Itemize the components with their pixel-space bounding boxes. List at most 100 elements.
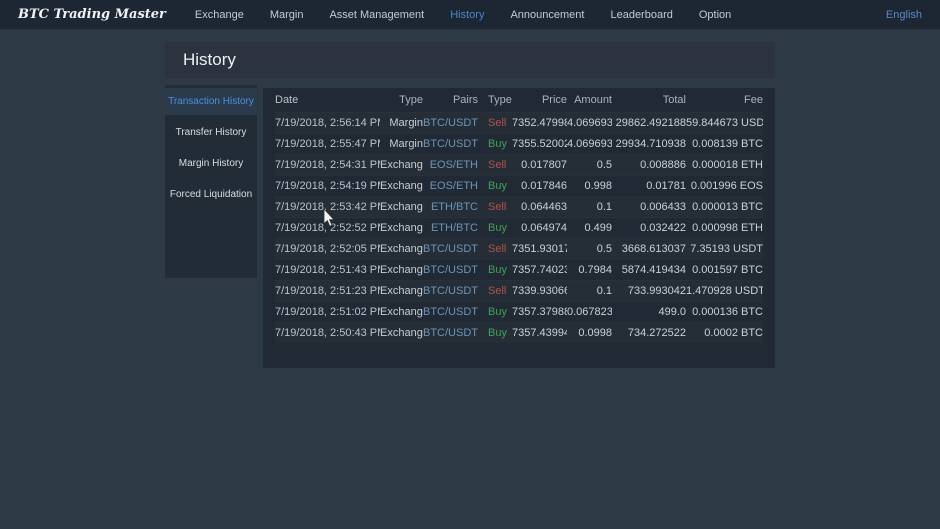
cell-price: 7357.439941 bbox=[512, 322, 567, 343]
cell-date: 7/19/2018, 2:50:43 PM bbox=[275, 322, 380, 343]
cell-side: Sell bbox=[478, 280, 512, 301]
cell-total: 0.006433 bbox=[612, 196, 686, 217]
sidebar-item-forced-liquidation[interactable]: Forced Liquidation bbox=[165, 181, 257, 208]
cell-fee: 1.470928 USDT bbox=[686, 280, 763, 301]
top-navbar: BTC Trading Master ExchangeMarginAsset M… bbox=[0, 0, 940, 30]
col-header-amount-5: Amount bbox=[567, 88, 612, 112]
page-header: History bbox=[165, 42, 775, 78]
cell-date: 7/19/2018, 2:54:19 PM bbox=[275, 175, 380, 196]
cell-pair[interactable]: BTC/USDT bbox=[423, 322, 478, 343]
sidebar: Transaction History Transfer History Margi… bbox=[165, 85, 257, 278]
cell-date: 7/19/2018, 2:51:23 PM bbox=[275, 280, 380, 301]
cell-fee: 0.001597 BTC bbox=[686, 259, 763, 280]
nav-item-history[interactable]: History bbox=[437, 9, 497, 21]
cell-pair[interactable]: EOS/ETH bbox=[423, 175, 478, 196]
cell-price: 7351.930176 bbox=[512, 238, 567, 259]
cell-pair[interactable]: BTC/USDT bbox=[423, 112, 478, 133]
nav-item-asset-management[interactable]: Asset Management bbox=[316, 9, 437, 21]
cell-total: 0.01781 bbox=[612, 175, 686, 196]
cell-price: 0.017807 bbox=[512, 154, 567, 175]
cell-date: 7/19/2018, 2:51:43 PM bbox=[275, 259, 380, 280]
cell-date: 7/19/2018, 2:56:14 PM bbox=[275, 112, 380, 133]
table-header-row: DateTypePairsTypePriceAmountTotalFee bbox=[275, 88, 763, 112]
col-header-fee-7: Fee bbox=[686, 88, 763, 112]
cell-total: 29934.710938 bbox=[612, 133, 686, 154]
cell-type: Exchange bbox=[380, 280, 423, 301]
cell-pair[interactable]: BTC/USDT bbox=[423, 301, 478, 322]
cell-type: Exchange bbox=[380, 301, 423, 322]
table-row: 7/19/2018, 2:51:43 PMExchangeBTC/USDTBuy… bbox=[275, 259, 763, 280]
sidebar-item-margin-history[interactable]: Margin History bbox=[165, 150, 257, 177]
nav-item-exchange[interactable]: Exchange bbox=[182, 9, 257, 21]
col-header-date-0: Date bbox=[275, 88, 380, 112]
cell-type: Exchange bbox=[380, 259, 423, 280]
nav-item-margin[interactable]: Margin bbox=[257, 9, 317, 21]
col-header-total-6: Total bbox=[612, 88, 686, 112]
cell-fee: 0.000998 ETH bbox=[686, 217, 763, 238]
nav-menu: ExchangeMarginAsset ManagementHistoryAnn… bbox=[182, 9, 744, 21]
cell-type: Exchange bbox=[380, 217, 423, 238]
cell-side: Buy bbox=[478, 259, 512, 280]
table-row: 7/19/2018, 2:52:52 PMExchangeETH/BTCBuy0… bbox=[275, 217, 763, 238]
cell-fee: 0.000013 BTC bbox=[686, 196, 763, 217]
cell-type: Exchange bbox=[380, 322, 423, 343]
table-row: 7/19/2018, 2:51:02 PMExchangeBTC/USDTBuy… bbox=[275, 301, 763, 322]
sidebar-item-transfer-history[interactable]: Transfer History bbox=[165, 119, 257, 146]
cell-fee: 59.844673 USDT bbox=[686, 112, 763, 133]
table-row: 7/19/2018, 2:55:47 PMMarginBTC/USDTBuy73… bbox=[275, 133, 763, 154]
nav-item-option[interactable]: Option bbox=[686, 9, 744, 21]
cell-amount: 0.067823 bbox=[567, 301, 612, 322]
cell-amount: 0.1 bbox=[567, 280, 612, 301]
nav-item-leaderboard[interactable]: Leaderboard bbox=[597, 9, 685, 21]
cell-pair[interactable]: BTC/USDT bbox=[423, 280, 478, 301]
cell-fee: 0.000136 BTC bbox=[686, 301, 763, 322]
language-selector[interactable]: English bbox=[886, 9, 922, 21]
cell-pair[interactable]: BTC/USDT bbox=[423, 133, 478, 154]
sidebar-item-transaction-history[interactable]: Transaction History bbox=[165, 88, 257, 115]
col-header-type-1: Type bbox=[380, 88, 423, 112]
table-row: 7/19/2018, 2:53:42 PMExchangeETH/BTCSell… bbox=[275, 196, 763, 217]
cell-pair[interactable]: BTC/USDT bbox=[423, 259, 478, 280]
col-header-price-4: Price bbox=[512, 88, 567, 112]
col-header-type-3: Type bbox=[478, 88, 512, 112]
cell-price: 7352.47998 bbox=[512, 112, 567, 133]
brand-logo[interactable]: BTC Trading Master bbox=[18, 7, 166, 22]
cell-side: Buy bbox=[478, 217, 512, 238]
cell-amount: 0.998 bbox=[567, 175, 612, 196]
cell-price: 0.064974 bbox=[512, 217, 567, 238]
cell-fee: 0.008139 BTC bbox=[686, 133, 763, 154]
cell-date: 7/19/2018, 2:51:02 PM bbox=[275, 301, 380, 322]
table-row: 7/19/2018, 2:56:14 PMMarginBTC/USDTSell7… bbox=[275, 112, 763, 133]
cell-fee: 0.0002 BTC bbox=[686, 322, 763, 343]
table-row: 7/19/2018, 2:52:05 PMExchangeBTC/USDTSel… bbox=[275, 238, 763, 259]
cell-total: 29862.492188 bbox=[612, 112, 686, 133]
cell-amount: 0.499 bbox=[567, 217, 612, 238]
cell-pair[interactable]: EOS/ETH bbox=[423, 154, 478, 175]
cell-total: 5874.419434 bbox=[612, 259, 686, 280]
cell-amount: 0.5 bbox=[567, 154, 612, 175]
cell-type: Exchange bbox=[380, 154, 423, 175]
nav-item-announcement[interactable]: Announcement bbox=[497, 9, 597, 21]
cell-date: 7/19/2018, 2:53:42 PM bbox=[275, 196, 380, 217]
cell-date: 7/19/2018, 2:52:52 PM bbox=[275, 217, 380, 238]
cell-fee: 0.000018 ETH bbox=[686, 154, 763, 175]
cell-price: 0.064463 bbox=[512, 196, 567, 217]
cell-price: 0.017846 bbox=[512, 175, 567, 196]
cell-date: 7/19/2018, 2:55:47 PM bbox=[275, 133, 380, 154]
cell-total: 734.272522 bbox=[612, 322, 686, 343]
cell-price: 7357.740234 bbox=[512, 259, 567, 280]
cell-pair[interactable]: BTC/USDT bbox=[423, 238, 478, 259]
cell-side: Buy bbox=[478, 301, 512, 322]
cell-side: Sell bbox=[478, 196, 512, 217]
cell-type: Margin bbox=[380, 112, 423, 133]
cell-side: Sell bbox=[478, 238, 512, 259]
cell-pair[interactable]: ETH/BTC bbox=[423, 196, 478, 217]
cell-side: Buy bbox=[478, 175, 512, 196]
cell-amount: 0.1 bbox=[567, 196, 612, 217]
cell-pair[interactable]: ETH/BTC bbox=[423, 217, 478, 238]
cell-amount: 0.5 bbox=[567, 238, 612, 259]
cell-price: 7357.379883 bbox=[512, 301, 567, 322]
cell-fee: 7.35193 USDT bbox=[686, 238, 763, 259]
cell-price: 7355.52002 bbox=[512, 133, 567, 154]
cell-amount: 0.0998 bbox=[567, 322, 612, 343]
